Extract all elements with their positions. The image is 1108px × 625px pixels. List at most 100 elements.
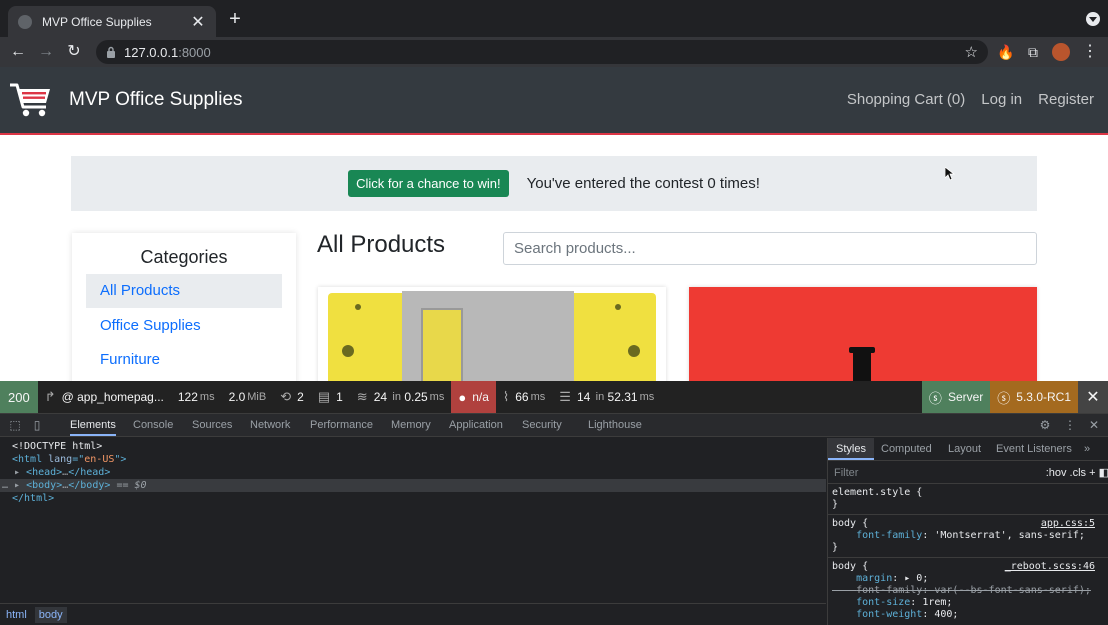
tab-layout[interactable]: Layout [948,438,981,460]
site-navbar: MVP Office Supplies Shopping Cart (0) Lo… [0,67,1108,135]
http-requests-item[interactable]: ⟲ 2 [273,381,311,413]
inspect-element-icon[interactable]: ⬚ [8,418,22,432]
product-card[interactable] [318,287,666,381]
product-image-stapler [318,287,666,381]
flame-extension-icon[interactable]: 🔥 [997,43,1015,61]
route-item[interactable]: ↱ @ app_homepag... [38,381,171,413]
more-tabs-icon[interactable]: » [1084,438,1090,460]
more-options-icon[interactable]: ⋮ [1063,418,1077,432]
tab-styles[interactable]: Styles [828,438,874,460]
category-all-products[interactable]: All Products [86,274,282,308]
back-arrow-icon[interactable]: ← [8,42,28,62]
tab-performance[interactable]: Performance [310,414,373,436]
profile-avatar[interactable] [1052,43,1070,61]
requests-icon: ⟲ [280,389,292,404]
cache-item[interactable]: ≋ 24 in 0.25 ms [350,381,452,413]
symfony-debug-toolbar: 200 ↱ @ app_homepag... 122 ms 2.0 MiB ⟲ 2 ▤ 1… [0,381,1108,413]
css-rule-element-style[interactable]: element.style { } [828,485,1108,515]
source-link[interactable]: _reboot.scss:46 [1005,561,1095,573]
browser-toolbar: ← → ↻ 127.0.0.1:8000 ☆ 🔥 ⧉ ⋮ [0,37,1108,67]
tab-title: MVP Office Supplies [42,14,152,29]
toolbar-close-icon[interactable]: ✕ [1078,381,1108,413]
products-title: All Products [317,231,446,258]
css-rule-body-reboot[interactable]: body {_reboot.scss:46 margin: ▸ 0; font-… [828,559,1108,625]
bookmark-star-icon[interactable]: ☆ [965,43,978,61]
extensions-puzzle-icon[interactable]: ⧉ [1024,43,1042,61]
contest-button[interactable]: Click for a chance to win! [348,170,509,197]
user-icon: ● [458,389,467,405]
tab-elements[interactable]: Elements [70,414,116,436]
tab-memory[interactable]: Memory [391,414,431,436]
version-item[interactable]: ⓢ 5.3.0-RC1 [990,381,1078,413]
device-toolbar-icon[interactable]: ▯ [30,418,44,432]
layers-icon: ≋ [356,389,368,404]
site-nav-links: Shopping Cart (0) Log in Register [847,91,1094,108]
page-viewport: MVP Office Supplies Shopping Cart (0) Lo… [0,67,1108,381]
tab-console[interactable]: Console [133,414,173,436]
devtools-tabbar: ⬚ ▯ Elements Console Sources Network Per… [0,414,1108,437]
forward-arrow-icon[interactable]: → [36,42,56,62]
doctype-line[interactable]: <!DOCTYPE html> [0,440,826,453]
sidebar-toggle-icon: ◧ [1098,467,1108,479]
twig-icon: ⌇ [502,389,510,404]
memory-item[interactable]: 2.0 MiB [222,381,274,413]
css-rule-body-app[interactable]: body {app.css:5 font-family: 'Montserrat… [828,516,1108,558]
twig-item[interactable]: ⌇ 66 ms [496,381,552,413]
reload-icon[interactable]: ↻ [64,42,84,62]
tab-computed[interactable]: Computed [881,438,932,460]
source-link[interactable]: app.css:5 [1041,518,1095,530]
url-host: 127.0.0.1 [124,44,179,60]
devtools-close-icon[interactable]: ✕ [1087,418,1101,432]
categories-card: Categories All Products Office Supplies … [72,233,296,381]
mouse-cursor-icon [945,167,955,181]
contest-text: You've entered the contest 0 times! [526,175,760,192]
devtools-panel: ⬚ ▯ Elements Console Sources Network Per… [0,413,1108,625]
lock-icon [107,46,115,58]
tab-network[interactable]: Network [250,414,290,436]
address-bar[interactable]: 127.0.0.1:8000 ☆ [96,40,988,64]
tab-application[interactable]: Application [449,414,503,436]
filter-tools[interactable]: :hov .cls + ◧ [1046,462,1108,484]
breadcrumb-html[interactable]: html [6,609,27,621]
browser-tab[interactable]: MVP Office Supplies ✕ [8,6,216,37]
category-furniture[interactable]: Furniture [86,343,282,377]
url-port: :8000 [178,44,211,60]
product-card[interactable] [689,287,1037,381]
product-image-red [689,287,1037,381]
styles-pane: Styles Computed Layout Event Listeners »… [827,438,1108,625]
database-icon: ☰ [559,389,571,404]
browser-menu-icon[interactable]: ⋮ [1082,43,1098,61]
search-products-input[interactable]: Search products... [503,232,1037,265]
html-open-line[interactable]: <html lang="en-US"> [0,453,826,466]
settings-gear-icon[interactable]: ⚙ [1038,418,1052,432]
tab-event-listeners[interactable]: Event Listeners [996,438,1072,460]
tab-sources[interactable]: Sources [192,414,232,436]
status-code-badge[interactable]: 200 [0,381,38,413]
register-link[interactable]: Register [1038,91,1094,108]
dom-breadcrumb: html body [0,603,826,625]
tab-search-icon[interactable] [1086,12,1100,26]
shopping-cart-logo-icon[interactable] [8,81,52,119]
redirect-arrow-icon: ↱ [44,389,56,404]
doctrine-item[interactable]: ☰ 14 in 52.31 ms [552,381,661,413]
forms-item[interactable]: ▤ 1 [311,381,350,413]
symfony-logo-icon: ⓢ [928,390,942,406]
shopping-cart-link[interactable]: Shopping Cart (0) [847,91,965,108]
new-tab-button[interactable]: + [224,8,246,30]
site-brand[interactable]: MVP Office Supplies [69,89,243,111]
head-node-line[interactable]: ▸ <head>…</head> [0,466,826,479]
server-item[interactable]: ⓢ Server [921,381,991,413]
styles-filter-input[interactable]: Filter:hov .cls + ◧ [828,462,1108,484]
contest-banner: Click for a chance to win! You've entere… [71,156,1037,211]
tab-close-icon[interactable]: ✕ [190,12,206,32]
form-icon: ▤ [317,389,331,404]
breadcrumb-body[interactable]: body [34,606,67,623]
html-close-line[interactable]: </html> [0,492,826,505]
category-office-supplies[interactable]: Office Supplies [86,309,282,343]
body-node-line[interactable]: … ▸ <body>…</body> == $0 [0,479,826,492]
security-user-item[interactable]: ● n/a [451,381,496,413]
login-link[interactable]: Log in [981,91,1022,108]
request-time-item[interactable]: 122 ms [171,381,222,413]
tab-security[interactable]: Security [522,414,562,436]
tab-lighthouse[interactable]: Lighthouse [588,414,642,436]
